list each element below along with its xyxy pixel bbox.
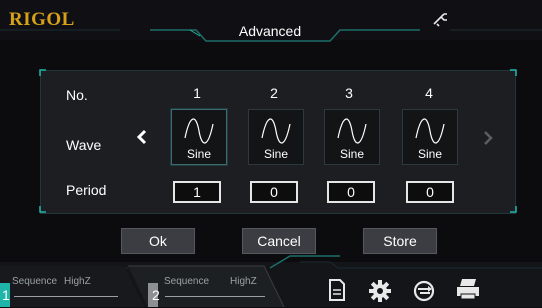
period-input-1[interactable]: 1 <box>173 181 221 203</box>
wave-label: Sine <box>263 147 289 161</box>
period-input-3[interactable]: 0 <box>327 181 375 203</box>
ch2-line <box>165 296 265 297</box>
printer-icon[interactable] <box>455 277 481 306</box>
wave-label: Sine <box>339 147 365 161</box>
usb-icon <box>432 13 450 31</box>
column-number-4: 4 <box>425 85 433 101</box>
wave-label: Sine <box>186 147 212 161</box>
column-number-1: 1 <box>193 85 201 101</box>
chevron-left-icon[interactable] <box>135 128 149 151</box>
ch1-number: 1 <box>2 287 10 303</box>
cancel-button[interactable]: Cancel <box>242 228 316 254</box>
ch2-number: 2 <box>152 287 160 303</box>
document-icon[interactable] <box>328 279 346 306</box>
label-period: Period <box>66 182 107 198</box>
ch2-impedance: HighZ <box>230 276 257 287</box>
ch1-impedance: HighZ <box>64 276 91 287</box>
label-wave: Wave <box>66 137 102 153</box>
sync-icon[interactable] <box>412 279 436 308</box>
wave-cell-4[interactable]: Sine <box>402 109 458 165</box>
ch1-line <box>14 296 118 297</box>
rigol-logo: RIGOL <box>9 9 75 30</box>
column-number-3: 3 <box>345 85 353 101</box>
sine-wave-icon <box>415 118 445 144</box>
ch2-mode: Sequence <box>164 276 210 287</box>
period-input-4[interactable]: 0 <box>406 181 454 203</box>
wave-cell-2[interactable]: Sine <box>248 109 304 165</box>
page-title: Advanced <box>238 23 302 39</box>
label-no: No. <box>66 87 88 103</box>
sine-wave-icon <box>261 118 291 144</box>
chevron-right-icon[interactable] <box>482 130 494 151</box>
wave-cell-3[interactable]: Sine <box>324 109 380 165</box>
column-number-2: 2 <box>270 85 278 101</box>
ok-button[interactable]: Ok <box>121 228 195 254</box>
period-input-2[interactable]: 0 <box>250 181 298 203</box>
gear-icon[interactable] <box>369 280 391 307</box>
wave-cell-1[interactable]: Sine <box>171 109 227 165</box>
store-button[interactable]: Store <box>363 228 437 254</box>
ch1-mode: Sequence <box>12 276 58 287</box>
wave-label: Sine <box>417 147 443 161</box>
sine-wave-icon <box>337 118 367 144</box>
sine-wave-icon <box>184 118 214 144</box>
